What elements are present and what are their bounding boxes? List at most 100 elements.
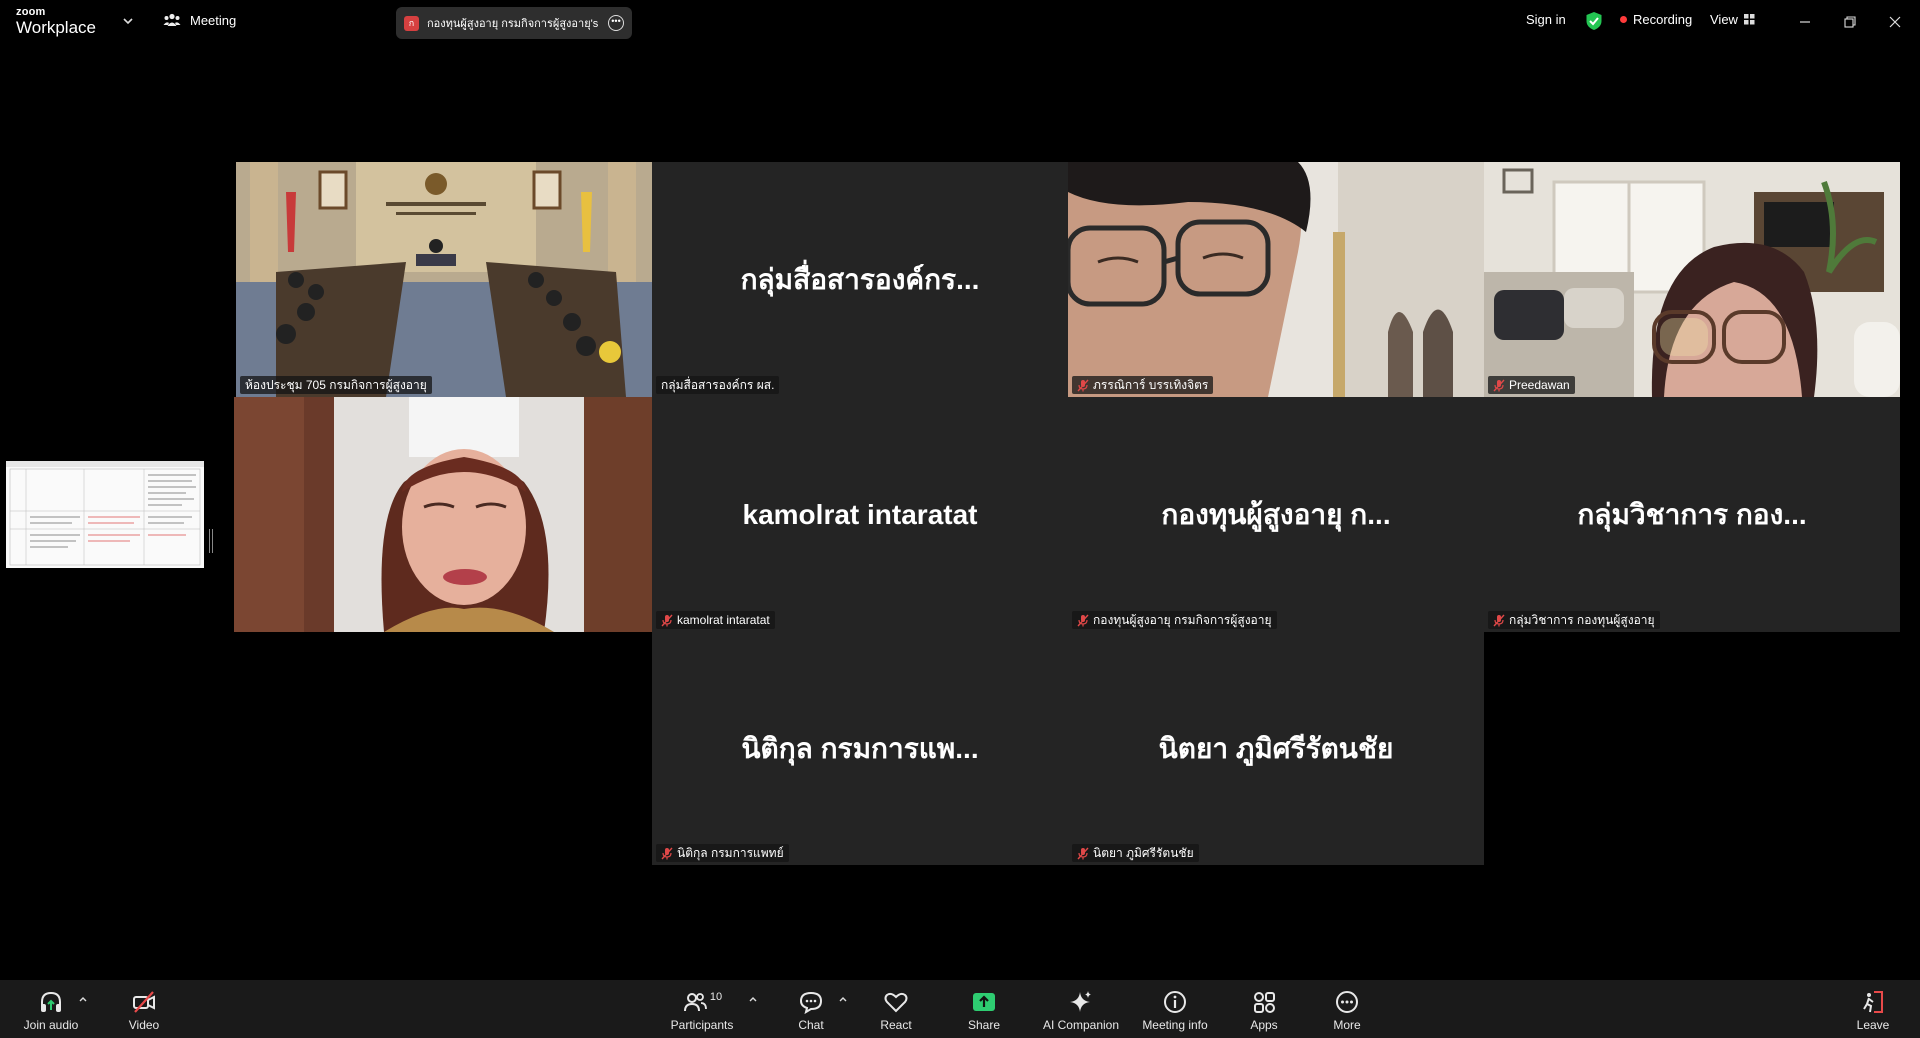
- meeting-host-badge: ก: [404, 15, 419, 31]
- react-button[interactable]: React: [876, 980, 916, 1038]
- video-tile-nittaya[interactable]: นิตยา ภูมิศรีรัตนชัย นิตยา ภูมิศรีรัตนชั…: [1068, 632, 1484, 865]
- muted-mic-icon: [1077, 379, 1089, 391]
- participant-display-name: กลุ่มสื่อสารองค์กร...: [740, 263, 980, 295]
- top-bar: zoom Workplace Meeting ก กองทุนผู้สูงอาย…: [0, 0, 1920, 44]
- video-tile-conference-room[interactable]: ห้องประชุม 705 กรมกิจการผู้สูงอายุ: [236, 162, 652, 397]
- conference-room-video: [236, 162, 652, 397]
- participant-name-tag: kamolrat intaratat: [656, 611, 775, 629]
- participant-display-name: นิติกุล กรมการแพ...: [741, 732, 979, 764]
- ai-sparkle-icon: [1070, 991, 1091, 1012]
- recording-dot-icon: [1620, 16, 1627, 23]
- security-shield-icon[interactable]: [1585, 11, 1603, 31]
- meeting-info-label: Meeting info: [1142, 1018, 1208, 1032]
- minimize-icon[interactable]: [1794, 11, 1816, 33]
- participant-name-tag: Preedawan: [1488, 376, 1575, 394]
- close-icon[interactable]: [1884, 11, 1906, 33]
- meeting-menu-button[interactable]: Meeting: [163, 12, 236, 28]
- info-icon: [1164, 991, 1186, 1013]
- video-tile-preedawan[interactable]: Preedawan: [1484, 162, 1900, 397]
- participant-name-tag: กลุ่มวิชาการ กองทุนผู้สูงอายุ: [1488, 611, 1660, 629]
- more-dots-icon: [1336, 991, 1358, 1013]
- more-button[interactable]: More: [1327, 980, 1367, 1038]
- muted-mic-icon: [1077, 847, 1089, 859]
- participants-count: 10: [709, 991, 723, 1003]
- meeting-info-button[interactable]: Meeting info: [1141, 980, 1209, 1038]
- participant-name: กลุ่มวิชาการ กองทุนผู้สูงอายุ: [1509, 613, 1655, 627]
- meeting-toolbar: Join audio Video 10 Participants Chat Re…: [0, 980, 1920, 1038]
- video-tile-participant-woman[interactable]: [234, 397, 652, 632]
- audio-options-caret-icon[interactable]: [78, 994, 88, 1004]
- chat-label: Chat: [798, 1018, 824, 1032]
- participant-name-tag: กลุ่มสื่อสารองค์กร ผส.: [656, 376, 780, 394]
- ai-companion-button[interactable]: AI Companion: [1040, 980, 1122, 1038]
- participant-video: [1068, 162, 1484, 397]
- ai-companion-label: AI Companion: [1042, 1018, 1120, 1032]
- video-tile-communications-group[interactable]: กลุ่มสื่อสารองค์กร... กลุ่มสื่อสารองค์กร…: [652, 162, 1068, 397]
- apps-icon: [1254, 992, 1275, 1013]
- react-label: React: [880, 1018, 912, 1032]
- join-audio-button[interactable]: Join audio: [20, 980, 82, 1038]
- participant-display-name: กลุ่มวิชาการ กอง...: [1577, 498, 1807, 530]
- muted-mic-icon: [661, 614, 673, 626]
- participant-name-tag: ห้องประชุม 705 กรมกิจการผู้สูงอายุ: [240, 376, 432, 394]
- chat-icon: [799, 991, 823, 1015]
- video-label: Video: [128, 1018, 160, 1032]
- participants-button[interactable]: 10 Participants: [666, 980, 738, 1038]
- logo-small-text: zoom: [16, 6, 46, 18]
- panel-resize-handle[interactable]: [209, 529, 213, 553]
- apps-label: Apps: [1250, 1018, 1278, 1032]
- recording-label: Recording: [1633, 12, 1693, 27]
- more-options-icon[interactable]: •••: [608, 15, 624, 31]
- chat-options-caret-icon[interactable]: [838, 994, 848, 1004]
- recording-indicator[interactable]: Recording: [1620, 12, 1692, 27]
- share-screen-icon: [973, 993, 995, 1011]
- participant-name: kamolrat intaratat: [677, 613, 770, 627]
- participant-name-tag: ภรรณิการ์ บรรเทิงจิตร: [1072, 376, 1214, 394]
- more-label: More: [1333, 1018, 1361, 1032]
- chat-button[interactable]: Chat: [791, 980, 831, 1038]
- restore-icon[interactable]: [1839, 11, 1861, 33]
- sign-in-label: Sign in: [1526, 12, 1566, 27]
- video-tile-participant-man[interactable]: ภรรณิการ์ บรรเทิงจิตร: [1068, 162, 1484, 397]
- leave-button[interactable]: Leave: [1853, 980, 1893, 1038]
- participant-video: [1484, 162, 1900, 397]
- participant-name: ห้องประชุม 705 กรมกิจการผู้สูงอายุ: [245, 378, 427, 392]
- participants-label: Participants: [670, 1018, 734, 1032]
- chevron-down-icon[interactable]: [120, 13, 136, 29]
- apps-button[interactable]: Apps: [1244, 980, 1284, 1038]
- meeting-title-text: กองทุนผู้สูงอายุ กรมกิจการผู้สูงอายุ's z…: [427, 18, 600, 30]
- muted-mic-icon: [1493, 379, 1505, 391]
- participant-display-name: นิตยา ภูมิศรีรัตนชัย: [1158, 732, 1394, 764]
- participant-name: นิติกุล กรมการแพทย์: [677, 846, 784, 860]
- shared-content-thumbnail[interactable]: [6, 461, 204, 568]
- view-label: View: [1710, 12, 1738, 27]
- muted-mic-icon: [661, 847, 673, 859]
- headphones-icon: [41, 991, 61, 1012]
- leave-door-icon: [1863, 991, 1883, 1013]
- participant-name: นิตยา ภูมิศรีรัตนชัย: [1093, 846, 1194, 860]
- participant-display-name: kamolrat intaratat: [742, 498, 978, 530]
- participant-name-tag: นิตยา ภูมิศรีรัตนชัย: [1072, 844, 1199, 862]
- video-button[interactable]: Video: [124, 980, 164, 1038]
- gallery-view-icon: [1743, 14, 1755, 25]
- video-tile-academic-group[interactable]: กลุ่มวิชาการ กอง... กลุ่มวิชาการ กองทุนผ…: [1484, 397, 1900, 632]
- participants-options-caret-icon[interactable]: [748, 994, 758, 1004]
- participant-name: กองทุนผู้สูงอายุ กรมกิจการผู้สูงอายุ: [1093, 613, 1272, 627]
- meeting-title-pill[interactable]: ก กองทุนผู้สูงอายุ กรมกิจการผู้สูงอายุ's…: [396, 7, 632, 39]
- share-label: Share: [967, 1018, 1001, 1032]
- meeting-icon: [163, 13, 181, 26]
- video-tile-kamolrat[interactable]: kamolrat intaratat kamolrat intaratat: [652, 397, 1068, 632]
- video-tile-nitikul[interactable]: นิติกุล กรมการแพ... นิติกุล กรมการแพทย์: [652, 632, 1068, 865]
- participant-name: Preedawan: [1509, 378, 1570, 392]
- view-menu-button[interactable]: View: [1710, 12, 1755, 27]
- sign-in-link[interactable]: Sign in: [1526, 12, 1566, 27]
- participants-icon-group: 10: [682, 989, 722, 1018]
- participant-name: ภรรณิการ์ บรรเทิงจิตร: [1093, 378, 1209, 392]
- participant-name-tag: กองทุนผู้สูงอายุ กรมกิจการผู้สูงอายุ: [1072, 611, 1277, 629]
- share-button[interactable]: Share: [964, 980, 1004, 1038]
- join-audio-label: Join audio: [23, 1018, 79, 1032]
- document-preview-image: [6, 461, 204, 568]
- participant-name-tag: นิติกุล กรมการแพทย์: [656, 844, 789, 862]
- leave-label: Leave: [1856, 1018, 1890, 1032]
- video-tile-elderly-fund[interactable]: กองทุนผู้สูงอายุ ก... กองทุนผู้สูงอายุ ก…: [1068, 397, 1484, 632]
